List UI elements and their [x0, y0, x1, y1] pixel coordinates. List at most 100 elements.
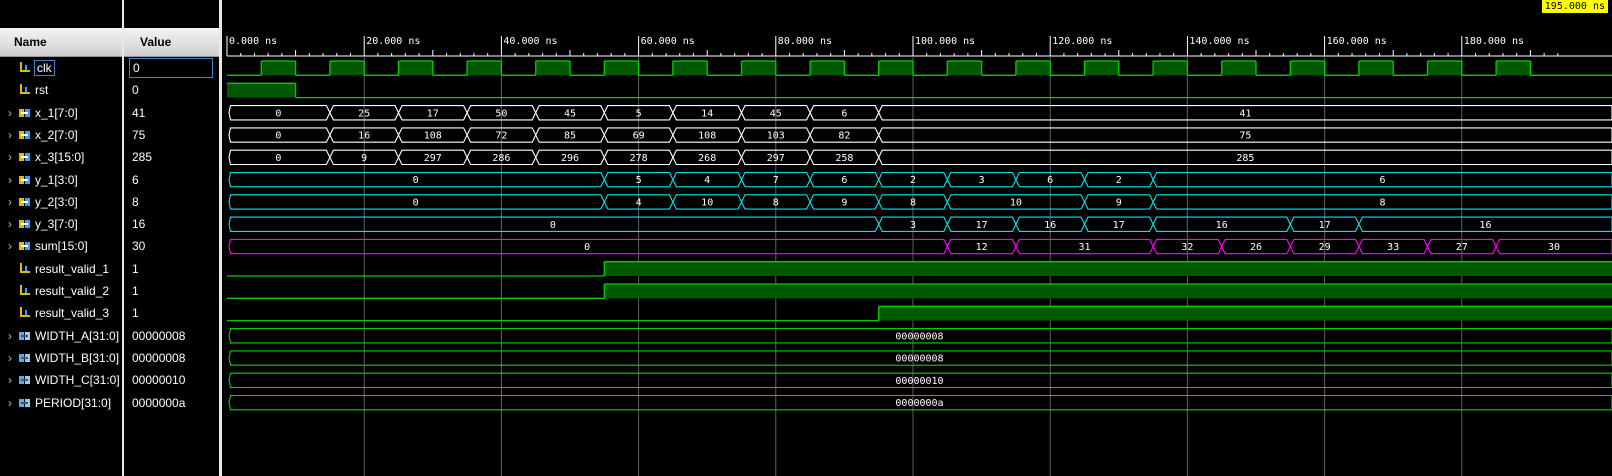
expand-chevron-icon[interactable]: ›: [4, 217, 16, 231]
expand-chevron-icon[interactable]: ›: [4, 128, 16, 142]
expand-chevron-icon[interactable]: ›: [4, 373, 16, 387]
bus-value-label: 7: [773, 175, 779, 186]
signal-row[interactable]: › x_3[15:0]: [0, 146, 84, 168]
expand-chevron-icon[interactable]: ›: [4, 173, 16, 187]
signal-name[interactable]: WIDTH_A[31:0]: [35, 329, 119, 343]
expand-chevron-icon[interactable]: ›: [4, 239, 16, 253]
bit-signal-icon: [18, 262, 32, 276]
waveform-clk[interactable]: [227, 60, 1612, 76]
expand-chevron-icon[interactable]: ›: [4, 106, 16, 120]
waveform-canvas[interactable]: 0.000 ns 20.000 ns 40.000 ns 60.000 ns 80.00…: [222, 0, 1612, 476]
expand-chevron-icon[interactable]: ›: [4, 150, 16, 164]
signal-value[interactable]: 75: [132, 124, 145, 146]
bus-value-label: 00000008: [895, 331, 943, 342]
expand-chevron-icon[interactable]: ›: [4, 329, 16, 343]
high-level-fill: [261, 61, 296, 76]
signal-row[interactable]: rst: [0, 79, 48, 101]
signal-row[interactable]: › y_2[3:0]: [0, 191, 78, 213]
signal-name[interactable]: y_3[7:0]: [35, 217, 78, 231]
waveform-sum[interactable]: 0 12 31 32 26 29 33 27 30: [228, 238, 1612, 255]
signal-value[interactable]: 30: [132, 235, 145, 257]
waveform-period[interactable]: 0000000a: [228, 394, 1612, 411]
signal-row[interactable]: › PERIOD[31:0]: [0, 392, 111, 414]
signal-row[interactable]: result_valid_2: [0, 280, 109, 302]
value-column-header[interactable]: Value: [124, 28, 219, 57]
signal-name[interactable]: rst: [35, 83, 48, 97]
signal-value[interactable]: 1: [132, 302, 139, 324]
bus-value-label: 108: [424, 131, 442, 142]
bus-signal-icon: [18, 106, 32, 120]
bus-value-label: 0: [550, 220, 556, 231]
waveform-y-1[interactable]: 0 5 4 7 6 2 3 6 2 6: [228, 171, 1612, 188]
signal-name[interactable]: sum[15:0]: [35, 239, 88, 253]
bus-value-label: 8: [773, 197, 779, 208]
signal-name[interactable]: result_valid_1: [35, 262, 109, 276]
expand-chevron-icon[interactable]: ›: [4, 195, 16, 209]
name-column-header[interactable]: Name: [0, 28, 122, 57]
bus-value-label: 2: [910, 175, 916, 186]
bus-value-label: 10: [701, 197, 713, 208]
bus-value-label: 75: [1239, 131, 1251, 142]
signal-row[interactable]: › WIDTH_A[31:0]: [0, 325, 119, 347]
signal-row[interactable]: › sum[15:0]: [0, 235, 88, 257]
signal-value[interactable]: 1: [132, 258, 139, 280]
bus-value-label: 103: [767, 131, 785, 142]
signal-name[interactable]: clk: [34, 60, 55, 76]
signal-value[interactable]: 6: [132, 169, 139, 191]
bus-value-label: 00000010: [895, 376, 943, 387]
signal-row[interactable]: clk: [0, 57, 55, 79]
expand-chevron-icon[interactable]: ›: [4, 396, 16, 410]
waveform-rst[interactable]: [227, 82, 1612, 99]
waveform-width-b[interactable]: 00000008: [228, 350, 1612, 366]
waveform-result-valid-2[interactable]: [227, 283, 1612, 299]
signal-value[interactable]: 41: [132, 102, 145, 124]
waveform-y-2[interactable]: 0 4 10 8 9 8 10 9 8: [228, 194, 1612, 210]
waveform-x-3[interactable]: 0 9 297 286 296 278 268 297 258 285: [228, 149, 1612, 166]
signal-name[interactable]: PERIOD[31:0]: [35, 396, 111, 410]
signal-value[interactable]: 00000010: [132, 369, 185, 391]
signal-row[interactable]: › x_1[7:0]: [0, 102, 78, 124]
signal-row[interactable]: › WIDTH_C[31:0]: [0, 369, 120, 391]
signal-value[interactable]: 285: [132, 146, 152, 168]
waveform-result-valid-3[interactable]: [227, 305, 1612, 322]
waveform-y-3[interactable]: 0 3 17 16 17 16 17 16: [228, 216, 1612, 232]
expand-chevron-icon[interactable]: ›: [4, 351, 16, 365]
signal-row[interactable]: result_valid_3: [0, 302, 109, 324]
signal-name[interactable]: x_3[15:0]: [35, 150, 84, 164]
signal-row[interactable]: › y_3[7:0]: [0, 213, 78, 235]
waveform-width-c[interactable]: 00000010: [228, 372, 1612, 389]
signal-value[interactable]: 0000000a: [132, 392, 185, 414]
signal-name[interactable]: WIDTH_B[31:0]: [35, 351, 119, 365]
signal-name[interactable]: y_1[3:0]: [35, 173, 78, 187]
signal-row[interactable]: › y_1[3:0]: [0, 169, 78, 191]
signal-value[interactable]: 00000008: [132, 325, 185, 347]
signal-row[interactable]: › x_2[7:0]: [0, 124, 78, 146]
bus-signal-icon: [18, 217, 32, 231]
waveform-result-valid-1[interactable]: [227, 261, 1612, 277]
signal-name[interactable]: x_2[7:0]: [35, 128, 78, 142]
signal-value[interactable]: 0: [132, 79, 139, 101]
parameter-icon: [18, 329, 32, 343]
waveform-x-1[interactable]: 0 25 17 50 45 5 14 45 6 41: [228, 105, 1612, 121]
time-ruler[interactable]: 0.000 ns 20.000 ns 40.000 ns 60.000 ns 80.00…: [226, 36, 1612, 57]
signal-value[interactable]: 00000008: [132, 347, 185, 369]
bus-value-label: 297: [424, 153, 442, 164]
signal-name[interactable]: y_2[3:0]: [35, 195, 78, 209]
signal-name[interactable]: WIDTH_C[31:0]: [35, 373, 120, 387]
bus-value-label: 17: [1113, 220, 1125, 231]
signal-value[interactable]: 0: [129, 58, 213, 78]
bus-value-label: 2: [1116, 175, 1122, 186]
signal-row[interactable]: › WIDTH_B[31:0]: [0, 347, 119, 369]
signal-name[interactable]: result_valid_3: [35, 306, 109, 320]
bus-value-label: 6: [841, 175, 847, 186]
signal-value[interactable]: 8: [132, 191, 139, 213]
waveform-width-a[interactable]: 00000008: [228, 328, 1612, 344]
bus-value-label: 297: [767, 153, 785, 164]
signal-name[interactable]: x_1[7:0]: [35, 106, 78, 120]
waveform-x-2[interactable]: 0 16 108 72 85 69 108 103 82 75: [228, 127, 1612, 143]
signal-row[interactable]: result_valid_1: [0, 258, 109, 280]
signal-value[interactable]: 1: [132, 280, 139, 302]
signal-name[interactable]: result_valid_2: [35, 284, 109, 298]
signal-value[interactable]: 16: [132, 213, 145, 235]
ruler-label: 100.000 ns: [915, 36, 975, 47]
